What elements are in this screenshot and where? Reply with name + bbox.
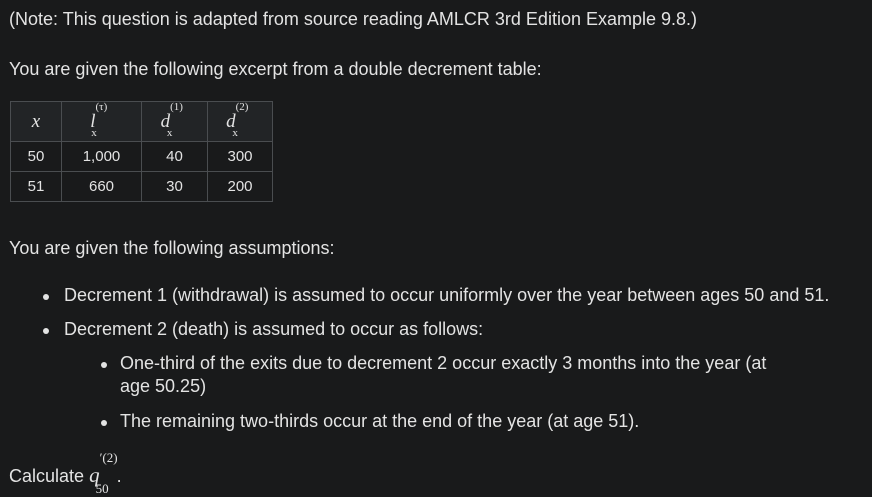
header-d1: d(1)x [141,101,208,142]
cell-x: 50 [10,141,62,172]
table-row: 50 1,000 40 300 [10,141,273,172]
sub-bullet-item: The remaining two-thirds occur at the en… [120,411,640,431]
bullet-icon [43,294,49,300]
bullet-icon [43,328,49,334]
header-l-tau: l(τ)x [61,101,142,142]
sub-bullet-item-continued: age 50.25) [120,376,207,396]
q-symbol: q′(2)50 [89,450,118,497]
sub-bullet-item: One-third of the exits due to decrement … [120,353,767,373]
header-l-symbol: l(τ)x [90,101,108,140]
cell-d1: 30 [141,171,208,202]
intro-text: You are given the following excerpt from… [9,59,542,79]
header-d2-symbol: d(2)x [226,101,249,140]
assumptions-intro: You are given the following assumptions: [9,238,335,258]
bullet-icon [101,420,107,426]
cell-l: 1,000 [61,141,142,172]
header-x: x [10,101,62,142]
table-header-row: x l(τ)x d(1)x d(2)x [10,101,273,142]
cell-l: 660 [61,171,142,202]
cell-d2: 300 [207,141,273,172]
source-note: (Note: This question is adapted from sou… [9,9,698,29]
question: Calculate q′(2)50. [9,451,122,495]
table-row: 51 660 30 200 [10,171,273,202]
question-suffix: . [116,466,122,486]
header-d1-symbol: d(1)x [160,101,183,140]
bullet-item: Decrement 2 (death) is assumed to occur … [64,319,484,339]
header-x-symbol: x [31,110,41,132]
bullet-icon [101,362,107,368]
bullet-item: Decrement 1 (withdrawal) is assumed to o… [64,285,830,305]
question-prefix: Calculate [9,466,85,486]
cell-d1: 40 [141,141,208,172]
header-d2: d(2)x [207,101,273,142]
cell-x: 51 [10,171,62,202]
double-decrement-table: x l(τ)x d(1)x d(2)x 50 1,000 40 300 51 6… [10,101,273,202]
cell-d2: 200 [207,171,273,202]
